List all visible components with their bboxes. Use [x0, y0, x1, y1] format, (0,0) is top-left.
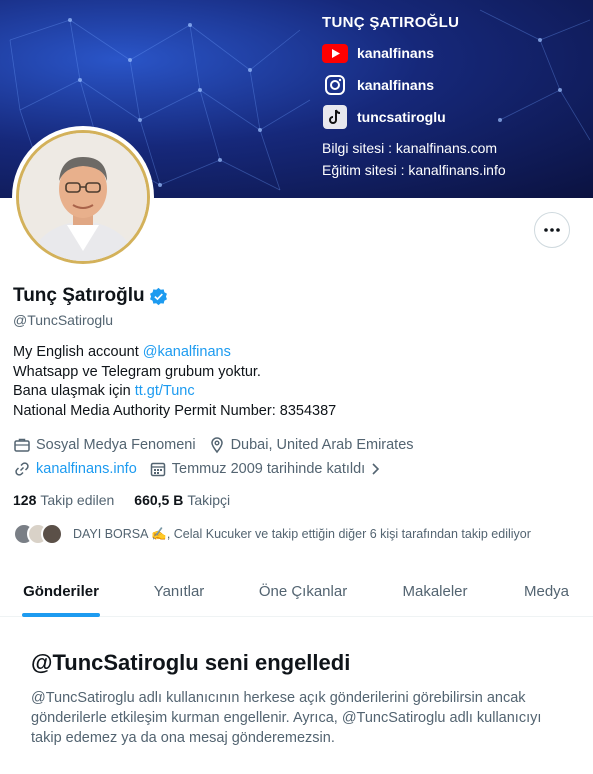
website-link[interactable]: kanalfinans.info — [36, 461, 137, 477]
bio-line-3: Bana ulaşmak için tt.gt/Tunc — [13, 382, 336, 402]
joined-label: Temmuz 2009 tarihinde katıldı — [171, 461, 366, 477]
tab-replies-label: Yanıtlar — [153, 582, 205, 600]
meta-location: Dubai, United Arab Emirates — [208, 436, 414, 454]
chevron-right-icon — [372, 463, 380, 475]
tiktok-label: tuncsatiroglu — [357, 109, 446, 125]
more-dots-icon — [544, 228, 560, 232]
bio-line-1-text: My English account — [13, 344, 143, 360]
followers-count: 660,5 B — [134, 492, 184, 508]
bio-line-4: National Media Authority Permit Number: … — [13, 402, 337, 419]
banner-text-block: TUNÇ ŞATIROĞLU kanalfinans kanalfinans t… — [322, 14, 506, 179]
meta-row-1: Sosyal Medya Fenomeni Dubai, United Arab… — [13, 434, 426, 456]
banner-name: TUNÇ ŞATIROĞLU — [322, 14, 460, 31]
meta-category: Sosyal Medya Fenomeni — [13, 436, 196, 454]
meta-website[interactable]: kanalfinans.info — [13, 460, 137, 478]
mini-avatar — [41, 523, 63, 545]
followed-by-text: DAYI BORSA ✍️, Celal Kucuker ve takip et… — [73, 526, 531, 541]
profile-handle: @TuncSatiroglu — [13, 312, 114, 328]
tab-highlights-label: Öne Çıkanlar — [258, 582, 348, 600]
bio-line-1: My English account @kanalfinans — [13, 343, 336, 363]
link-icon — [15, 462, 29, 476]
profile-bio: My English account @kanalfinans Whatsapp… — [13, 343, 336, 421]
following-link[interactable]: 128 Takip edilen — [13, 492, 114, 508]
category-label: Sosyal Medya Fenomeni — [36, 437, 196, 453]
tab-media-label: Medya — [523, 582, 570, 600]
bio-mention-link[interactable]: @kanalfinans — [143, 344, 231, 360]
banner-edu-site: Eğitim sitesi : kanalfinans.info — [322, 162, 506, 178]
banner-social-youtube: kanalfinans — [322, 41, 506, 65]
banner-social-instagram: kanalfinans — [322, 73, 506, 97]
blocked-notice: @TuncSatiroglu seni engelledi @TuncSatir… — [31, 650, 561, 748]
location-pin-icon — [210, 437, 223, 454]
youtube-icon — [322, 41, 348, 65]
tiktok-icon — [322, 105, 348, 129]
bio-contact-link[interactable]: tt.gt/Tunc — [135, 383, 195, 399]
avatar-photo — [16, 130, 150, 264]
followers-link[interactable]: 660,5 B Takipçi — [134, 492, 230, 508]
instagram-label: kanalfinans — [357, 77, 435, 93]
display-name: Tunç Şatıroğlu — [13, 285, 145, 306]
tab-posts-label: Gönderiler — [23, 582, 99, 600]
banner-info-site: Bilgi sitesi : kanalfinans.com — [322, 140, 498, 156]
followers-you-know-avatars — [13, 523, 65, 545]
blocked-description: @TuncSatiroglu adlı kullanıcının herkese… — [31, 690, 542, 746]
profile-meta: Sosyal Medya Fenomeni Dubai, United Arab… — [13, 434, 426, 482]
verified-badge-icon — [149, 287, 167, 305]
bio-line-3-text: Bana ulaşmak için — [13, 383, 135, 399]
bio-line-2: Whatsapp ve Telegram grubum yoktur. — [13, 363, 261, 380]
meta-row-2: kanalfinans.info Temmuz 2009 tarihinde k… — [13, 458, 426, 480]
youtube-label: kanalfinans — [357, 45, 435, 61]
meta-joined[interactable]: Temmuz 2009 tarihinde katıldı — [149, 460, 381, 478]
profile-avatar[interactable] — [12, 126, 154, 268]
tab-highlights[interactable]: Öne Çıkanlar — [236, 565, 370, 617]
following-label: Takip edilen — [40, 492, 115, 508]
blocked-title: @TuncSatiroglu seni engelledi — [31, 650, 351, 675]
profile-tabs: Gönderiler Yanıtlar Öne Çıkanlar Makalel… — [0, 565, 593, 617]
profile-name-row: Tunç Şatıroğlu — [13, 285, 168, 307]
more-options-button[interactable] — [534, 212, 570, 248]
following-count: 128 — [13, 492, 37, 508]
follow-counts: 128 Takip edilen 660,5 B Takipçi — [13, 492, 250, 508]
followers-label: Takipçi — [187, 492, 231, 508]
calendar-icon — [150, 462, 166, 477]
followed-by-row[interactable]: DAYI BORSA ✍️, Celal Kucuker ve takip et… — [13, 523, 531, 545]
instagram-icon — [322, 73, 348, 97]
tab-articles-label: Makaleler — [402, 582, 468, 600]
banner-social-tiktok: tuncsatiroglu — [322, 105, 506, 129]
tab-articles[interactable]: Makaleler — [370, 565, 500, 617]
tab-replies[interactable]: Yanıtlar — [122, 565, 236, 617]
tab-posts[interactable]: Gönderiler — [0, 565, 122, 617]
briefcase-icon — [14, 438, 30, 452]
tab-media[interactable]: Medya — [500, 565, 593, 617]
location-label: Dubai, United Arab Emirates — [230, 437, 414, 453]
